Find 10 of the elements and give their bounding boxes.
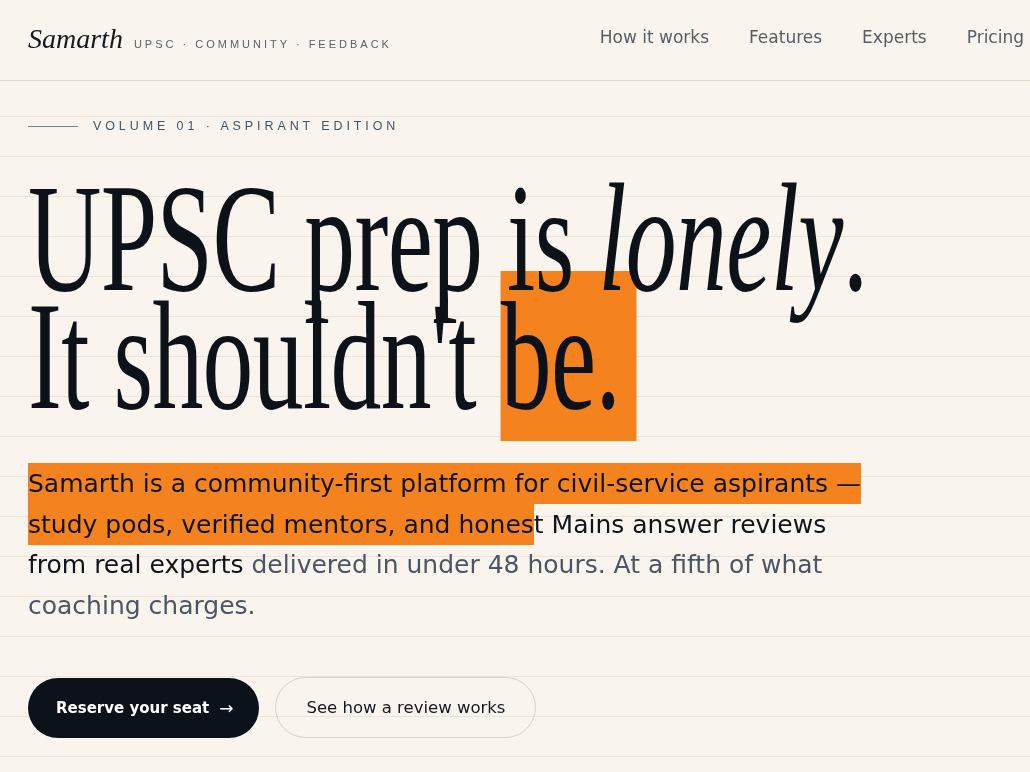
arrow-icon: → [219,697,234,718]
brand-logo[interactable]: Samarth [28,24,123,53]
tagline: UPSC · COMMUNITY · FEEDBACK [133,37,392,50]
intro-paragraph: Samarth is a community-first platform for civil-service aspirants — study pods, verified mentors, and honest Mains answer reviews from real experts delivered in under 48 hours. At a fifth of what coaching charges. [28,464,878,626]
edition-label: VOLUME 01 · ASPIRANT EDITION [93,118,400,134]
nav-link[interactable]: Features [749,27,823,47]
nav-link[interactable]: Pricing [966,27,1024,47]
nav-link[interactable]: Experts [862,27,927,47]
nav-link[interactable]: How it works [599,27,709,47]
reserve-button[interactable]: Reserve your seat → [28,677,260,738]
